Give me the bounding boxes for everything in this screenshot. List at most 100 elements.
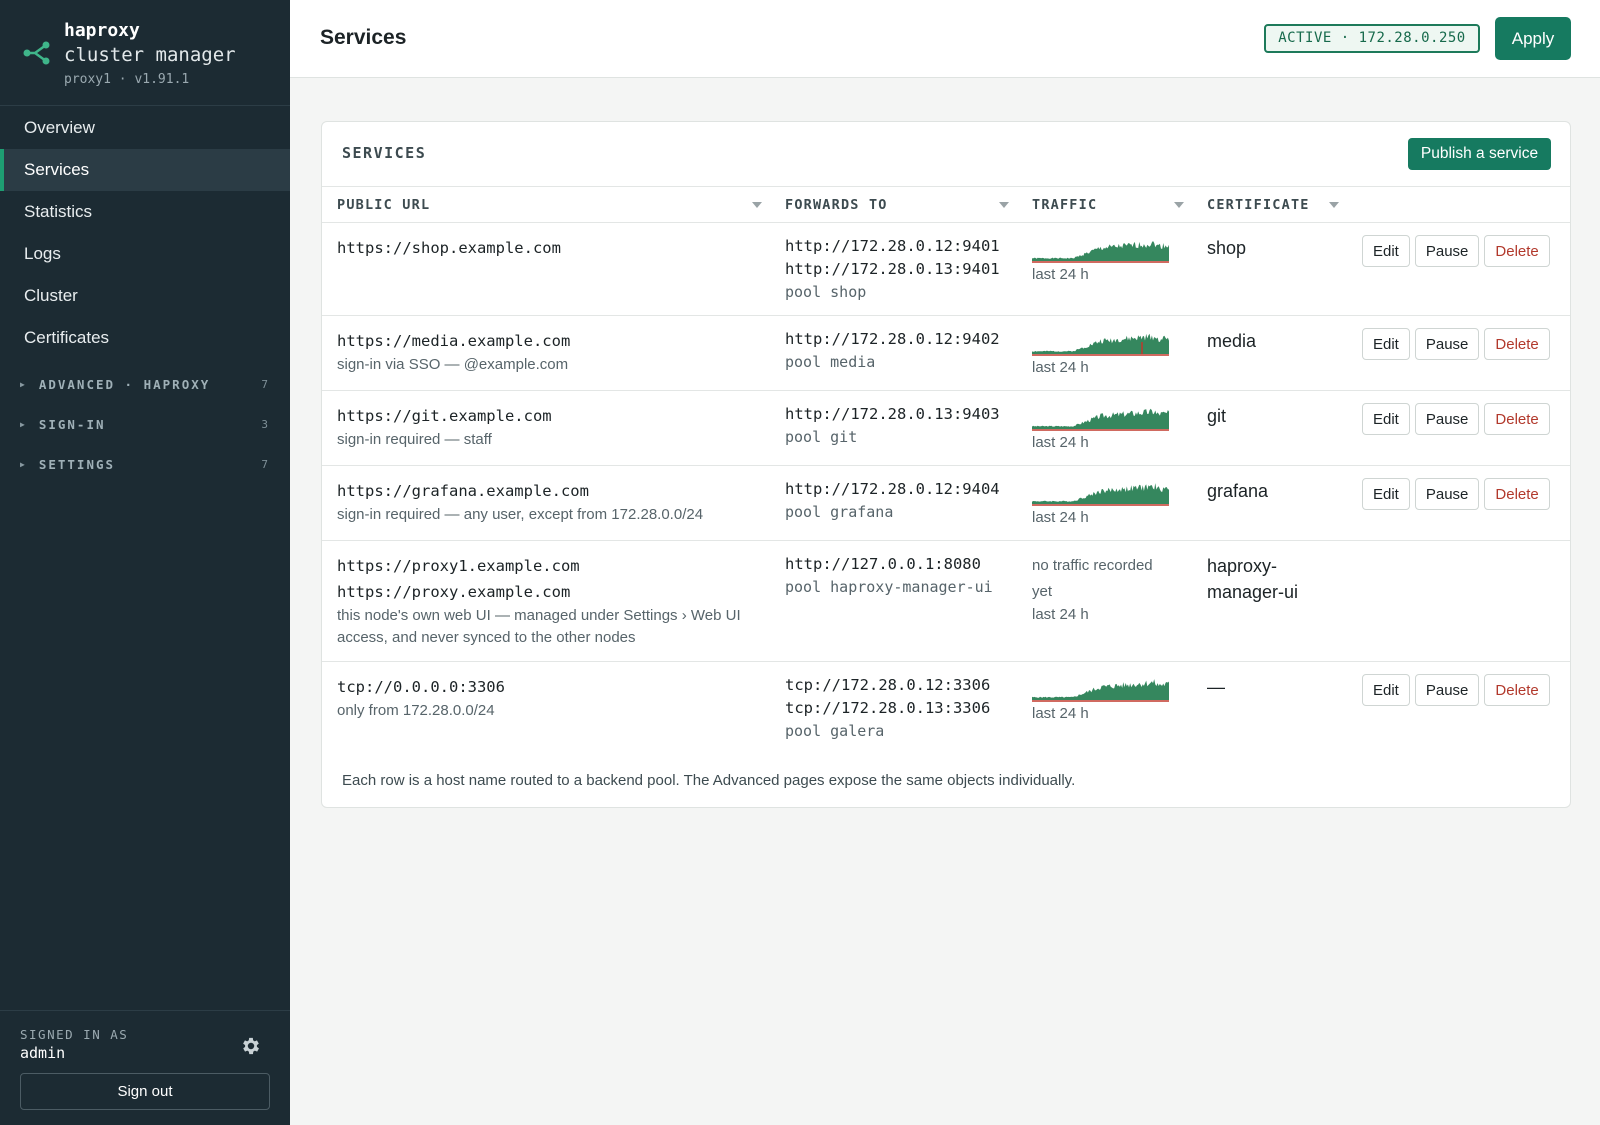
delete-button[interactable]: Delete (1484, 403, 1550, 435)
gear-icon[interactable] (240, 1035, 262, 1057)
pause-button[interactable]: Pause (1414, 403, 1480, 435)
public-url[interactable]: https://grafana.example.com (337, 478, 703, 504)
sidebar-item-logs[interactable]: Logs (0, 233, 290, 275)
public-url[interactable]: https://shop.example.com (337, 235, 561, 261)
sort-caret-icon[interactable] (1174, 202, 1184, 208)
signed-in-label: SIGNED IN AS (20, 1027, 129, 1042)
public-url[interactable]: https://git.example.com (337, 403, 552, 429)
network-branch-icon (23, 41, 50, 65)
sidebar-item-services[interactable]: Services (0, 149, 290, 191)
page-title: Services (320, 26, 407, 49)
forward-target: http://172.28.0.12:9401 (785, 237, 1000, 255)
sidebar-item-statistics[interactable]: Statistics (0, 191, 290, 233)
expand-triangle-icon: ▶ (20, 380, 27, 389)
certificate-name: git (1207, 406, 1227, 426)
edit-button[interactable]: Edit (1362, 328, 1410, 360)
column-header-certificate: CERTIFICATE (1207, 197, 1310, 213)
edit-button[interactable]: Edit (1362, 235, 1410, 267)
delete-button[interactable]: Delete (1484, 235, 1550, 267)
traffic-label: last 24 h (1032, 434, 1089, 451)
group-count: 7 (261, 458, 268, 471)
edit-button[interactable]: Edit (1362, 674, 1410, 706)
table-footnote: Each row is a host name routed to a back… (342, 772, 1076, 789)
row-actions: Edit Pause Delete (1362, 328, 1550, 360)
edit-button[interactable]: Edit (1362, 478, 1410, 510)
delete-button[interactable]: Delete (1484, 674, 1550, 706)
pool-name: pool shop (785, 283, 867, 301)
pool-name: pool grafana (785, 503, 894, 521)
traffic-sparkline (1032, 408, 1169, 431)
group-label: SETTINGS (38, 457, 116, 472)
traffic-sparkline (1032, 333, 1169, 356)
certificate-name: media (1207, 331, 1257, 351)
forward-target: tcp://172.28.0.13:3306 (785, 699, 991, 717)
pause-button[interactable]: Pause (1414, 478, 1480, 510)
sidebar-group-settings[interactable]: ▶ SETTINGS 7 (0, 445, 290, 485)
sidebar-item-cluster[interactable]: Cluster (0, 275, 290, 317)
pool-name: pool git (785, 428, 858, 446)
traffic-label: last 24 h (1032, 705, 1089, 722)
edit-button[interactable]: Edit (1362, 403, 1410, 435)
traffic-label: last 24 h (1032, 359, 1089, 376)
column-header-traffic: TRAFFIC (1032, 197, 1098, 213)
row-actions: Edit Pause Delete (1362, 403, 1550, 435)
sort-caret-icon[interactable] (1329, 202, 1339, 208)
topbar: Services ACTIVE · 172.28.0.250 Apply (290, 0, 1600, 78)
sidebar-item-overview[interactable]: Overview (0, 107, 290, 149)
forward-target: http://172.28.0.13:9403 (785, 405, 1000, 423)
traffic-label: last 24 h (1032, 266, 1089, 283)
sidebar-group-advanced[interactable]: ▶ ADVANCED · HAPROXY 7 (0, 365, 290, 405)
card-title: SERVICES (342, 144, 427, 162)
pause-button[interactable]: Pause (1414, 674, 1480, 706)
table-row: https://git.example.com sign-in required… (322, 391, 1570, 466)
table-row: https://proxy1.example.com https://proxy… (322, 541, 1570, 662)
traffic-sparkline (1032, 241, 1169, 263)
certificate-name: grafana (1207, 481, 1269, 501)
delete-button[interactable]: Delete (1484, 478, 1550, 510)
no-traffic-text: no traffic recorded yet (1032, 557, 1153, 600)
expand-triangle-icon: ▶ (20, 460, 27, 469)
services-card: SERVICES Publish a service PUBLIC URL FO… (321, 121, 1571, 808)
pool-name: pool haproxy-manager-ui (785, 578, 993, 596)
forward-target: http://172.28.0.12:9402 (785, 330, 1000, 348)
pause-button[interactable]: Pause (1414, 235, 1480, 267)
row-actions: Edit Pause Delete (1362, 674, 1550, 706)
expand-triangle-icon: ▶ (20, 420, 27, 429)
certificate-name: shop (1207, 238, 1247, 258)
pool-name: pool media (785, 353, 876, 371)
app-name: haproxy (64, 20, 140, 41)
traffic-label: last 24 h (1032, 606, 1089, 623)
forward-target: tcp://172.28.0.12:3306 (785, 676, 991, 694)
access-note: sign-in via SSO — @example.com (337, 356, 569, 373)
pool-name: pool galera (785, 722, 885, 740)
forward-target: http://172.28.0.12:9404 (785, 480, 1000, 498)
sign-out-button[interactable]: Sign out (20, 1073, 270, 1110)
forward-target: http://127.0.0.1:8080 (785, 555, 981, 573)
sort-caret-icon[interactable] (999, 202, 1009, 208)
access-note: sign-in required — any user, except from… (337, 506, 704, 523)
table-row: https://media.example.com sign-in via SS… (322, 316, 1570, 391)
public-url[interactable]: tcp://0.0.0.0:3306 (337, 674, 505, 700)
group-count: 7 (261, 378, 268, 391)
public-url[interactable]: https://media.example.com (337, 328, 570, 354)
sidebar-item-certificates[interactable]: Certificates (0, 317, 290, 359)
column-header-forwards-to: FORWARDS TO (785, 197, 888, 213)
sidebar-group-sign-in[interactable]: ▶ SIGN-IN 3 (0, 405, 290, 445)
status-badge: ACTIVE · 172.28.0.250 (1264, 24, 1480, 53)
table-row: tcp://0.0.0.0:3306 only from 172.28.0.0/… (322, 662, 1570, 754)
publish-service-button[interactable]: Publish a service (1408, 138, 1551, 170)
public-url[interactable]: https://proxy1.example.com (337, 553, 757, 579)
group-label: ADVANCED · HAPROXY (38, 377, 211, 392)
app-subtitle: cluster manager (64, 44, 236, 66)
traffic-label: last 24 h (1032, 509, 1089, 526)
public-url[interactable]: https://proxy.example.com (337, 579, 757, 605)
row-actions: Edit Pause Delete (1362, 478, 1550, 510)
group-count: 3 (261, 418, 268, 431)
column-header-public-url: PUBLIC URL (337, 197, 431, 213)
traffic-sparkline (1032, 679, 1169, 702)
delete-button[interactable]: Delete (1484, 328, 1550, 360)
forward-target: http://172.28.0.13:9401 (785, 260, 1000, 278)
apply-button[interactable]: Apply (1495, 17, 1571, 60)
pause-button[interactable]: Pause (1414, 328, 1480, 360)
sort-caret-icon[interactable] (752, 202, 762, 208)
